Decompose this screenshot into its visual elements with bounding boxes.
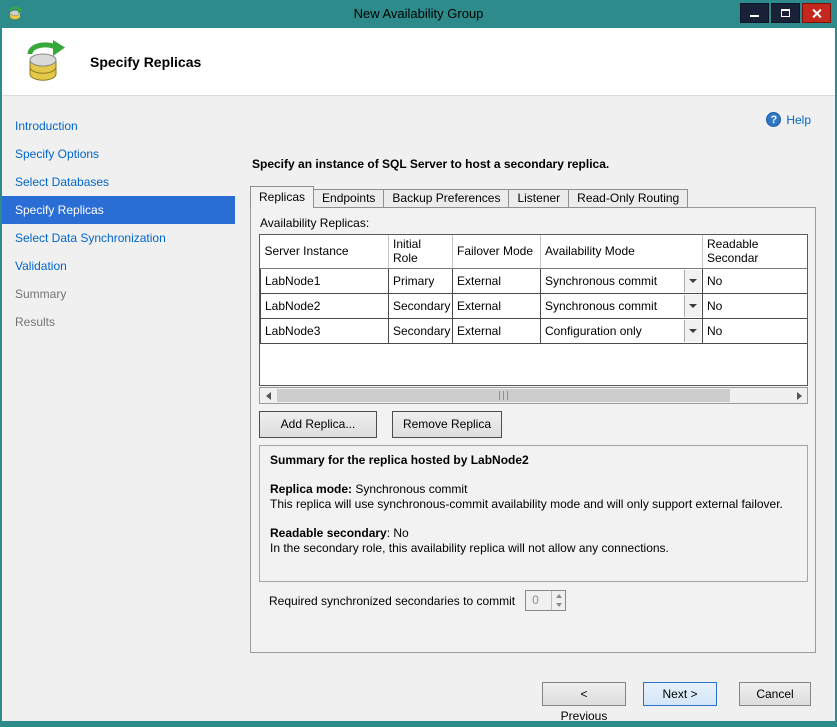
spin-up-button[interactable] <box>552 591 565 601</box>
spin-down-icon <box>556 603 562 607</box>
col-failover-mode: Failover Mode <box>453 235 541 268</box>
maximize-button[interactable] <box>771 3 800 23</box>
cell-failover: External <box>453 293 541 318</box>
sidebar-item-validation[interactable]: Validation <box>2 252 235 280</box>
tab-listener[interactable]: Listener <box>508 189 569 208</box>
col-server-instance: Server Instance <box>261 235 389 268</box>
col-readable-secondary: Readable Secondar <box>703 235 809 268</box>
scroll-left-icon <box>266 392 271 400</box>
add-replica-button[interactable]: Add Replica... <box>259 411 377 438</box>
instruction-text: Specify an instance of SQL Server to hos… <box>252 157 609 171</box>
help-icon: ? <box>766 112 781 127</box>
remove-replica-button[interactable]: Remove Replica <box>392 411 502 438</box>
minimize-icon <box>750 15 759 17</box>
grid-label: Availability Replicas: <box>260 216 369 230</box>
replica-mode-label: Replica mode: <box>270 482 352 496</box>
previous-button[interactable]: < Previous <box>542 682 626 706</box>
availability-group-icon <box>20 39 66 85</box>
sidebar-item-select-data-sync[interactable]: Select Data Synchronization <box>2 224 235 252</box>
scrollbar-track[interactable] <box>276 388 791 403</box>
sidebar-item-specify-options[interactable]: Specify Options <box>2 140 235 168</box>
scroll-right-icon <box>797 392 802 400</box>
readable-secondary-description: In the secondary role, this availability… <box>270 541 797 556</box>
sidebar-item-results: Results <box>2 308 235 336</box>
chevron-down-icon[interactable] <box>684 320 701 342</box>
dropdown-value: Synchronous commit <box>541 274 657 288</box>
cell-readable: No <box>703 293 809 318</box>
cell-failover: External <box>453 268 541 293</box>
tab-endpoints[interactable]: Endpoints <box>313 189 384 208</box>
next-button[interactable]: Next > <box>643 682 717 706</box>
table-row[interactable]: LabNode1 Primary External Synchronous co… <box>261 268 809 293</box>
cell-server: LabNode3 <box>261 318 389 343</box>
cell-server: LabNode1 <box>261 268 389 293</box>
close-button[interactable] <box>802 3 831 23</box>
tab-strip: Replicas Endpoints Backup Preferences Li… <box>250 186 687 208</box>
replicas-grid: Server Instance Initial Role Failover Mo… <box>259 234 808 386</box>
scrollbar-thumb[interactable] <box>277 389 730 402</box>
scrollbar-grip-icon <box>499 391 509 400</box>
spin-down-button[interactable] <box>552 601 565 611</box>
help-link[interactable]: ? Help <box>766 112 811 127</box>
readable-secondary-value: : No <box>387 526 409 540</box>
col-initial-role: Initial Role <box>389 235 453 268</box>
spinner-value: 0 <box>526 591 551 610</box>
wizard-footer: < Previous Next > Cancel <box>542 682 811 706</box>
replica-summary-panel: Summary for the replica hosted by LabNod… <box>259 445 808 582</box>
tab-read-only-routing[interactable]: Read-Only Routing <box>568 189 688 208</box>
cell-role: Secondary <box>389 293 453 318</box>
wizard-header: Specify Replicas <box>2 28 835 96</box>
window-title: New Availability Group <box>0 6 837 21</box>
scroll-right-button[interactable] <box>791 388 807 403</box>
sidebar-item-introduction[interactable]: Introduction <box>2 112 235 140</box>
title-bar: New Availability Group <box>0 0 837 28</box>
replica-mode-description: This replica will use synchronous-commit… <box>270 497 797 512</box>
cell-failover: External <box>453 318 541 343</box>
availability-mode-dropdown[interactable]: Synchronous commit <box>541 294 702 318</box>
sidebar-item-select-databases[interactable]: Select Databases <box>2 168 235 196</box>
cell-readable: No <box>703 318 809 343</box>
horizontal-scrollbar[interactable] <box>259 387 808 404</box>
spin-up-icon <box>556 594 562 598</box>
table-row[interactable]: LabNode3 Secondary External Configuratio… <box>261 318 809 343</box>
tab-replicas[interactable]: Replicas <box>250 186 314 208</box>
replica-mode-value: Synchronous commit <box>355 482 467 496</box>
replicas-tab-panel: Availability Replicas: Server Instance I… <box>250 207 816 653</box>
new-availability-group-window: New Availability Group Specify Replicas … <box>0 0 837 727</box>
help-label: Help <box>786 113 811 127</box>
grid-header-row: Server Instance Initial Role Failover Mo… <box>261 235 809 268</box>
maximize-icon <box>781 9 790 17</box>
page-title: Specify Replicas <box>90 54 201 70</box>
dropdown-value: Synchronous commit <box>541 299 657 313</box>
cell-role: Secondary <box>389 318 453 343</box>
dropdown-value: Configuration only <box>541 324 642 338</box>
minimize-button[interactable] <box>740 3 769 23</box>
wizard-content: ? Help Specify an instance of SQL Server… <box>235 97 835 721</box>
cell-server: LabNode2 <box>261 293 389 318</box>
chevron-down-icon[interactable] <box>684 270 701 292</box>
secondaries-spinner[interactable]: 0 <box>525 590 566 611</box>
tab-backup-preferences[interactable]: Backup Preferences <box>383 189 509 208</box>
scroll-left-button[interactable] <box>260 388 276 403</box>
readable-secondary-label: Readable secondary <box>270 526 387 540</box>
table-row[interactable]: LabNode2 Secondary External Synchronous … <box>261 293 809 318</box>
quorum-label: Required synchronized secondaries to com… <box>269 594 515 608</box>
cell-role: Primary <box>389 268 453 293</box>
col-availability-mode: Availability Mode <box>541 235 703 268</box>
close-icon <box>811 8 822 19</box>
wizard-steps-sidebar: Introduction Specify Options Select Data… <box>2 97 235 721</box>
sidebar-item-specify-replicas[interactable]: Specify Replicas <box>2 196 235 224</box>
cell-readable: No <box>703 268 809 293</box>
summary-title: Summary for the replica hosted by LabNod… <box>270 453 797 468</box>
sidebar-item-summary: Summary <box>2 280 235 308</box>
availability-mode-dropdown[interactable]: Synchronous commit <box>541 269 702 293</box>
wizard-dialog: Specify Replicas Introduction Specify Op… <box>2 28 835 721</box>
chevron-down-icon[interactable] <box>684 295 701 317</box>
availability-mode-dropdown[interactable]: Configuration only <box>541 319 702 343</box>
window-controls <box>740 3 831 23</box>
cancel-button[interactable]: Cancel <box>739 682 811 706</box>
